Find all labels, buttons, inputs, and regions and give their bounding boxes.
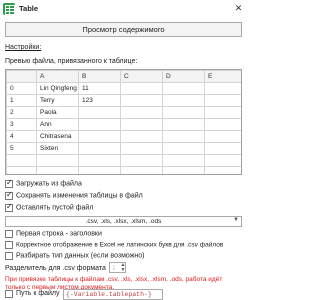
settings-label: Настройки:: [5, 44, 42, 51]
grid-cell[interactable]: [162, 106, 205, 119]
grid-cell[interactable]: [120, 142, 163, 155]
row-number: 4: [6, 130, 37, 143]
grid-cell[interactable]: [120, 106, 163, 119]
delimiter-spinner[interactable]: ▲ ▼: [120, 263, 126, 273]
load-from-file-label: Загружать из файла: [16, 180, 82, 188]
table-row: 5 Sixten: [6, 142, 241, 155]
table-row: 3 Ann: [6, 118, 241, 131]
grid-cell[interactable]: [120, 94, 163, 107]
grid-cell[interactable]: Sixten: [36, 142, 79, 155]
parse-types-checkbox[interactable]: [5, 252, 13, 260]
chevron-down-icon[interactable]: ▼: [233, 216, 239, 225]
preview-content-button[interactable]: Просмотр содержимого: [5, 22, 242, 37]
preview-label: Превью файла, привязанного к таблице:: [5, 58, 138, 65]
column-header[interactable]: B: [78, 70, 121, 83]
file-path-row: Путь к файлу {-Variable.tablepath-}: [5, 289, 242, 300]
row-number: 2: [6, 106, 37, 119]
row-number: 5: [6, 142, 37, 155]
parse-types-label: Разбирать тип данных (если возможно): [16, 252, 145, 260]
column-header[interactable]: C: [120, 70, 163, 83]
row-number: [6, 166, 37, 174]
extensions-value: .csv, .xls, .xlsx, .xlsm, .ods: [5, 216, 242, 227]
file-path-label: Путь к файлу: [16, 290, 60, 297]
column-header[interactable]: D: [162, 70, 205, 83]
extensions-dropdown[interactable]: .csv, .xls, .xlsx, .xlsm, .ods ▼: [5, 216, 242, 227]
load-from-file-option[interactable]: Загружать из файла: [5, 178, 82, 188]
load-from-file-checkbox[interactable]: [5, 178, 13, 188]
table-app-icon: [3, 3, 15, 15]
table-row: [6, 166, 241, 174]
keep-empty-checkbox[interactable]: [5, 202, 13, 212]
grid-cell[interactable]: [78, 118, 121, 131]
column-header[interactable]: A: [36, 70, 79, 83]
file-path-checkbox[interactable]: [5, 290, 13, 298]
save-changes-option[interactable]: Сохранять изменения таблицы в файл: [5, 190, 143, 200]
excel-latin-checkbox[interactable]: [5, 241, 13, 249]
column-header[interactable]: E: [204, 70, 241, 83]
title-bar: Table ✕: [0, 0, 247, 19]
grid-header-row: A B C D E: [6, 70, 241, 83]
grid-cell[interactable]: [162, 82, 205, 95]
row-number: [6, 154, 37, 167]
grid-cell[interactable]: [36, 166, 79, 174]
grid-cell[interactable]: [204, 106, 241, 119]
grid-cell[interactable]: [162, 130, 205, 143]
header-row-label: Первая строка - заголовки: [16, 230, 102, 238]
table-row: 2 Paola: [6, 106, 241, 119]
grid-cell[interactable]: [204, 94, 241, 107]
grid-cell[interactable]: 123: [78, 94, 121, 107]
grid-cell[interactable]: [204, 154, 241, 167]
table-row: 4 Chitrasena: [6, 130, 241, 143]
header-row-option[interactable]: Первая строка - заголовки: [5, 230, 102, 238]
row-number: 1: [6, 94, 37, 107]
grid-cell[interactable]: Ann: [36, 118, 79, 131]
header-row-checkbox[interactable]: [5, 230, 13, 238]
keep-empty-option[interactable]: Оставлять пустой файл: [5, 202, 94, 212]
grid-cell[interactable]: [78, 130, 121, 143]
grid-cell[interactable]: Paola: [36, 106, 79, 119]
grid-cell[interactable]: [78, 166, 121, 174]
grid-cell[interactable]: 11: [78, 82, 121, 95]
table-row: 1 Terry 123: [6, 94, 241, 107]
grid-cell[interactable]: [162, 166, 205, 174]
row-number: 0: [6, 82, 37, 95]
preview-grid[interactable]: A B C D E 0 Lin Qingfeng 11 1 Terry 123: [5, 69, 242, 175]
table-row: 0 Lin Qingfeng 11: [6, 82, 241, 95]
grid-cell[interactable]: [78, 106, 121, 119]
close-icon[interactable]: ✕: [232, 2, 245, 15]
grid-cell[interactable]: Terry: [36, 94, 79, 107]
table-row: [6, 154, 241, 167]
grid-cell[interactable]: [204, 130, 241, 143]
grid-cell[interactable]: [36, 154, 79, 167]
grid-cell[interactable]: [120, 118, 163, 131]
grid-cell[interactable]: [78, 142, 121, 155]
delimiter-label: Разделитель для .csv формата: [5, 265, 106, 272]
parse-types-option[interactable]: Разбирать тип данных (если возможно): [5, 252, 145, 260]
grid-cell[interactable]: [162, 118, 205, 131]
save-changes-checkbox[interactable]: [5, 190, 13, 200]
grid-cell[interactable]: [162, 142, 205, 155]
grid-cell[interactable]: [204, 166, 241, 174]
grid-corner: [6, 70, 37, 83]
grid-cell[interactable]: [120, 166, 163, 174]
grid-cell[interactable]: [120, 82, 163, 95]
grid-cell[interactable]: [162, 154, 205, 167]
grid-cell[interactable]: [162, 94, 205, 107]
row-number: 3: [6, 118, 37, 131]
excel-latin-option[interactable]: Корректное отображение в Excel не латинс…: [5, 241, 223, 249]
window-title: Table: [19, 4, 39, 13]
grid-cell[interactable]: Chitrasena: [36, 130, 79, 143]
file-path-input[interactable]: {-Variable.tablepath-}: [63, 289, 163, 300]
grid-cell[interactable]: Lin Qingfeng: [36, 82, 79, 95]
keep-empty-label: Оставлять пустой файл: [16, 204, 94, 212]
grid-cell[interactable]: [204, 118, 241, 131]
excel-latin-label: Корректное отображение в Excel не латинс…: [16, 241, 224, 249]
grid-cell[interactable]: [120, 154, 163, 167]
grid-cell[interactable]: [204, 142, 241, 155]
save-changes-label: Сохранять изменения таблицы в файл: [16, 192, 143, 200]
grid-cell[interactable]: [204, 82, 241, 95]
grid-cell[interactable]: [78, 154, 121, 167]
grid-cell[interactable]: [120, 130, 163, 143]
